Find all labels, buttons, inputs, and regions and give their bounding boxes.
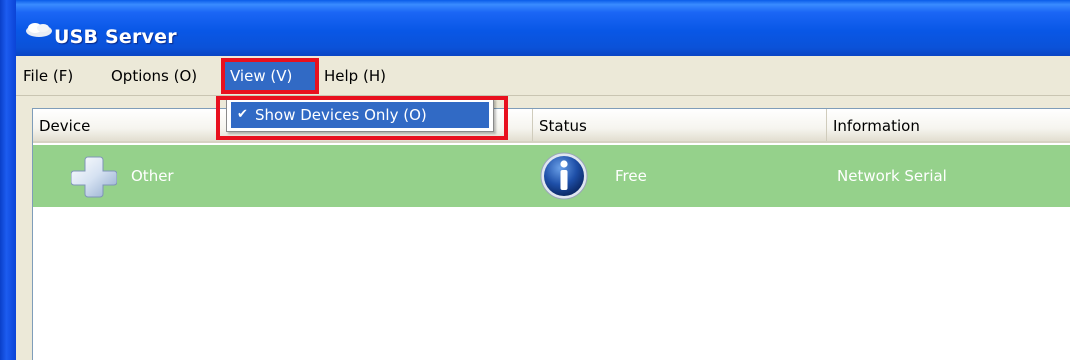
title-bar[interactable]: USB Server	[16, 0, 1070, 56]
column-header-status[interactable]: Status	[533, 109, 827, 141]
device-list[interactable]: Device Status Information Other Free Net…	[32, 108, 1070, 360]
device-status: Free	[615, 167, 647, 185]
device-name: Other	[131, 167, 174, 185]
device-information: Network Serial	[837, 167, 947, 185]
list-header: Device Status Information	[33, 109, 1070, 143]
plus-device-icon	[71, 156, 117, 198]
view-menu-dropdown: ✔ Show Devices Only (O)	[226, 98, 494, 132]
menu-item-label: Show Devices Only (O)	[255, 106, 427, 124]
menu-bar: File (F) Options (O) View (V) Help (H)	[16, 56, 1070, 96]
table-row[interactable]: Other Free Network Serial	[33, 145, 1070, 207]
column-header-information[interactable]: Information	[827, 109, 1070, 141]
info-icon	[540, 152, 588, 200]
usb-server-cloud-icon	[26, 23, 52, 37]
checkmark-icon: ✔	[237, 107, 248, 122]
window-left-border	[0, 0, 16, 360]
menu-help[interactable]: Help (H)	[319, 62, 391, 90]
menu-view[interactable]: View (V)	[221, 58, 319, 94]
menu-item-show-devices-only[interactable]: ✔ Show Devices Only (O)	[231, 102, 489, 128]
window-title: USB Server	[54, 26, 177, 48]
usb-server-window: USB Server File (F) Options (O) View (V)…	[16, 0, 1070, 360]
menu-options[interactable]: Options (O)	[106, 62, 202, 90]
menu-file[interactable]: File (F)	[18, 62, 78, 90]
